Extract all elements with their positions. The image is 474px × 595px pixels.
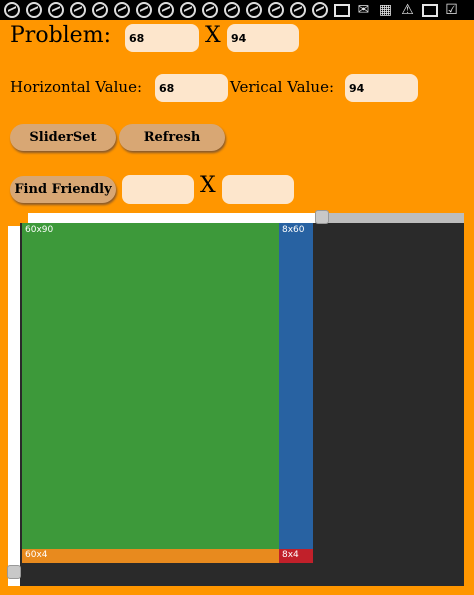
messenger-icon (200, 2, 219, 18)
problem-separator: X (205, 23, 221, 48)
messenger-icon (46, 2, 65, 18)
grid-icon: ▦ (378, 2, 393, 18)
horizontal-slider-fill (28, 213, 315, 223)
screen-icon (420, 2, 439, 18)
messenger-icon (156, 2, 175, 18)
messenger-icon (112, 2, 131, 18)
vertical-slider-track (8, 226, 20, 586)
find-friendly-button[interactable]: Find Friendly (10, 176, 116, 203)
check-box-icon: ☑ (445, 2, 458, 18)
cell-60x90: 60x90 (22, 223, 279, 549)
messenger-icon (134, 2, 153, 18)
vertical-value-field[interactable]: 94 (345, 74, 418, 102)
horizontal-slider[interactable] (28, 210, 464, 224)
friendly-separator: X (200, 173, 216, 198)
image-icon (332, 2, 351, 18)
mail-icon: ✉ (357, 2, 370, 18)
status-bar: ✉ ▦ ⚠ ☑ (0, 0, 474, 20)
vertical-slider-thumb[interactable] (7, 565, 21, 579)
cell-60x4: 60x4 (22, 549, 279, 563)
warning-icon: ⚠ (401, 2, 414, 18)
refresh-button[interactable]: Refresh (119, 124, 225, 151)
horizontal-slider-thumb[interactable] (315, 210, 329, 224)
vertical-value-label: Verical Value: (230, 78, 334, 96)
cell-8x60: 8x60 (279, 223, 313, 549)
problem-label: Problem: (10, 23, 111, 48)
vertical-slider[interactable] (7, 226, 21, 586)
messenger-icon (244, 2, 263, 18)
messenger-icon (222, 2, 241, 18)
horizontal-slider-rest (315, 213, 464, 223)
layout-canvas: 60x90 8x60 60x4 8x4 (20, 223, 464, 586)
horizontal-value-field[interactable]: 68 (155, 74, 228, 102)
sliderset-button[interactable]: SliderSet (10, 124, 116, 151)
friendly-a-field[interactable] (122, 175, 194, 204)
messenger-icon (2, 2, 21, 18)
messenger-icon (288, 2, 307, 18)
friendly-b-field[interactable] (222, 175, 294, 204)
messenger-icon (24, 2, 43, 18)
problem-height-field[interactable]: 94 (227, 24, 299, 52)
problem-width-field[interactable]: 68 (125, 24, 199, 52)
messenger-icon (178, 2, 197, 18)
messenger-icon (90, 2, 109, 18)
cell-8x4: 8x4 (279, 549, 313, 563)
messenger-icon (68, 2, 87, 18)
messenger-icon (310, 2, 329, 18)
messenger-icon (266, 2, 285, 18)
horizontal-value-label: Horizontal Value: (10, 78, 142, 96)
